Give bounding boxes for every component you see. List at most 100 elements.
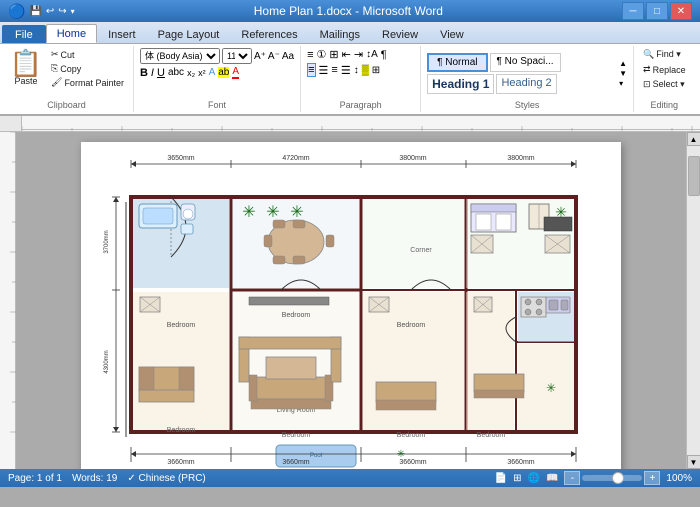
ribbon-group-clipboard: 📋 Paste ✂ Cut ⎘ Copy 🖌 Format Painter Cl…: [0, 46, 134, 112]
copy-button[interactable]: ⎘ Copy: [48, 62, 127, 75]
tab-view[interactable]: View: [429, 25, 475, 43]
zoom-slider[interactable]: [582, 475, 642, 481]
superscript-button[interactable]: x²: [198, 68, 206, 78]
shading-button[interactable]: ▒: [362, 65, 369, 76]
align-right-button[interactable]: ≡: [331, 64, 337, 76]
align-left-button[interactable]: ≡: [307, 63, 315, 77]
maximize-button[interactable]: □: [646, 2, 668, 20]
select-icon: ⊡: [643, 79, 651, 90]
scroll-down-button[interactable]: ▼: [687, 455, 700, 469]
word-logo-icon: 🔵: [8, 3, 25, 20]
align-center-button[interactable]: ☰: [319, 64, 329, 77]
vertical-scrollbar[interactable]: ▲ ▼: [686, 132, 700, 469]
select-button[interactable]: ⊡ Select ▾: [640, 78, 688, 91]
style-heading1[interactable]: Heading 1: [427, 74, 494, 94]
bold-button[interactable]: B: [140, 67, 148, 79]
tab-insert[interactable]: Insert: [97, 25, 147, 43]
view-normal-icon[interactable]: 📄: [495, 473, 507, 484]
scroll-up-button[interactable]: ▲: [687, 132, 700, 146]
text-effects-button[interactable]: A: [209, 67, 216, 78]
svg-text:Bedroom: Bedroom: [167, 322, 196, 329]
format-painter-button[interactable]: 🖌 Format Painter: [48, 76, 127, 89]
quick-access-redo[interactable]: ↪: [58, 6, 66, 17]
tab-references[interactable]: References: [230, 25, 308, 43]
ribbon-group-paragraph: ≡ ① ⊞ ⇤ ⇥ ↕A ¶ ≡ ☰ ≡ ☰ ↕ ▒ ⊞ Paragraph: [301, 46, 421, 112]
scroll-track[interactable]: [687, 146, 700, 455]
minimize-button[interactable]: ─: [622, 2, 644, 20]
title-bar: 🔵 💾 ↩ ↪ ▾ Home Plan 1.docx - Microsoft W…: [0, 0, 700, 22]
editing-label: Editing: [640, 99, 689, 110]
line-spacing-button[interactable]: ↕: [354, 65, 359, 76]
tab-file[interactable]: File: [2, 25, 46, 43]
styles-scroll-up[interactable]: ▲: [619, 59, 627, 68]
tab-mailings[interactable]: Mailings: [309, 25, 371, 43]
font-label: Font: [140, 99, 294, 110]
view-web-icon[interactable]: 🌐: [528, 473, 540, 484]
styles-more[interactable]: ▾: [619, 79, 627, 88]
multilevel-button[interactable]: ⊞: [329, 48, 338, 61]
zoom-thumb[interactable]: [612, 472, 624, 484]
svg-text:3660mm: 3660mm: [399, 459, 426, 466]
border-button[interactable]: ⊞: [372, 65, 380, 76]
font-family-select[interactable]: 体 (Body Asia): [140, 48, 220, 64]
increase-indent-button[interactable]: ⇥: [354, 48, 363, 61]
numbering-button[interactable]: ①: [317, 48, 327, 61]
decrease-indent-button[interactable]: ⇤: [342, 48, 351, 61]
underline-button[interactable]: U: [157, 67, 165, 79]
clear-format-button[interactable]: Aa: [282, 51, 294, 62]
svg-text:✳: ✳: [555, 204, 567, 220]
close-button[interactable]: ✕: [670, 2, 692, 20]
style-heading2[interactable]: Heading 2: [496, 74, 556, 94]
grow-font-button[interactable]: A⁺: [254, 51, 266, 62]
zoom-out-button[interactable]: -: [564, 471, 580, 485]
document-page: 3650mm 4720mm 3800mm 3800mm 3700mm: [81, 142, 621, 469]
font-color-button[interactable]: A: [232, 66, 239, 79]
replace-icon: ⇄: [643, 64, 651, 75]
svg-text:3700mm: 3700mm: [104, 230, 110, 253]
ruler-v-svg: [0, 132, 16, 452]
replace-button[interactable]: ⇄ Replace: [640, 63, 689, 76]
view-reading-icon[interactable]: 📖: [546, 473, 558, 484]
find-icon: 🔍: [643, 49, 654, 60]
view-layout-icon[interactable]: ⊞: [513, 473, 521, 484]
show-marks-button[interactable]: ¶: [381, 49, 387, 61]
svg-text:3800mm: 3800mm: [399, 155, 426, 162]
svg-text:Bedroom: Bedroom: [282, 432, 311, 439]
paste-button[interactable]: 📋 Paste: [6, 48, 46, 88]
tab-review[interactable]: Review: [371, 25, 429, 43]
italic-button[interactable]: I: [151, 67, 154, 79]
text-highlight-button[interactable]: ab: [218, 67, 229, 78]
ribbon-group-editing: 🔍 Find ▾ ⇄ Replace ⊡ Select ▾ Editing: [634, 46, 695, 112]
tab-page-layout[interactable]: Page Layout: [147, 25, 231, 43]
ruler-container: [0, 116, 700, 132]
lang-check-icon: ✓: [127, 473, 135, 484]
tab-home[interactable]: Home: [46, 24, 97, 43]
strikethrough-button[interactable]: abc: [168, 67, 184, 78]
cut-button[interactable]: ✂ Cut: [48, 48, 127, 61]
sort-button[interactable]: ↕A: [366, 49, 378, 60]
svg-text:✳: ✳: [266, 204, 279, 221]
find-button[interactable]: 🔍 Find ▾: [640, 48, 684, 61]
zoom-in-button[interactable]: +: [644, 471, 660, 485]
bullets-button[interactable]: ≡: [307, 49, 313, 61]
paragraph-label: Paragraph: [307, 99, 414, 110]
styles-scroll-down[interactable]: ▼: [619, 69, 627, 78]
svg-text:Bedroom: Bedroom: [282, 312, 311, 319]
document-area[interactable]: 3650mm 4720mm 3800mm 3800mm 3700mm: [16, 132, 686, 469]
style-no-spacing[interactable]: ¶ No Spaci...: [490, 53, 561, 72]
justify-button[interactable]: ☰: [341, 64, 351, 77]
svg-text:✳: ✳: [242, 204, 255, 221]
scroll-thumb[interactable]: [688, 156, 700, 196]
subscript-button[interactable]: x₂: [187, 68, 195, 78]
shrink-font-button[interactable]: A⁻: [268, 51, 280, 62]
svg-text:✳: ✳: [546, 381, 556, 395]
copy-icon: ⎘: [51, 63, 58, 74]
ruler-h-svg: [22, 116, 700, 132]
language-indicator: ✓ Chinese (PRC): [127, 473, 205, 484]
svg-text:3650mm: 3650mm: [167, 155, 194, 162]
style-normal[interactable]: ¶ Normal: [427, 53, 487, 72]
quick-access-undo[interactable]: ↩: [46, 6, 54, 17]
quick-access-save[interactable]: 💾: [29, 6, 41, 17]
font-size-select[interactable]: 11: [222, 48, 252, 64]
title-bar-left: 🔵 💾 ↩ ↪ ▾: [8, 3, 75, 20]
